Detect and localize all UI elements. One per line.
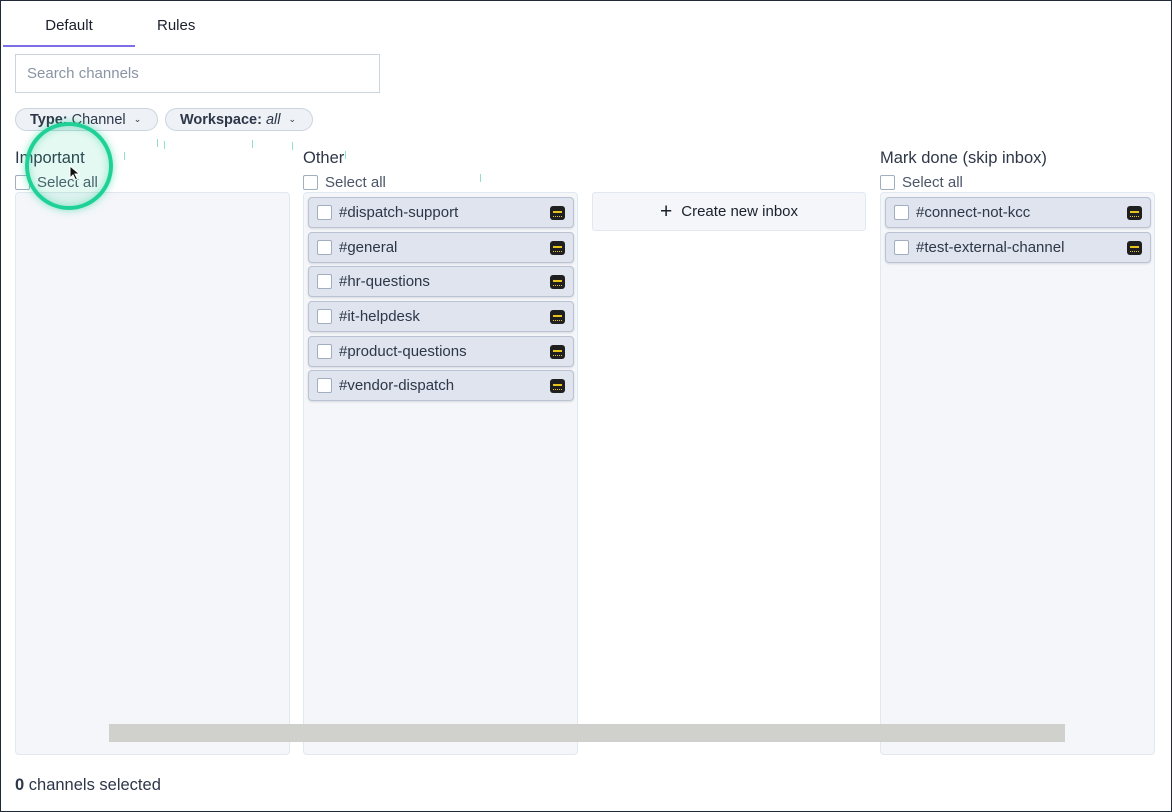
slack-workspace-icon xyxy=(550,205,565,220)
column-title-mark-done: Mark done (skip inbox) xyxy=(880,149,1047,167)
channel-item[interactable]: #test-external-channel xyxy=(885,232,1151,263)
channel-item[interactable]: #product-questions xyxy=(308,336,574,367)
channel-label: #hr-questions xyxy=(339,273,430,290)
channel-checkbox[interactable] xyxy=(894,240,909,255)
channel-checkbox[interactable] xyxy=(317,309,332,324)
horizontal-scrollbar[interactable] xyxy=(109,724,1065,742)
channel-label: #vendor-dispatch xyxy=(339,377,455,394)
select-all-label: Select all xyxy=(902,173,963,191)
drag-trail-mark xyxy=(345,151,346,159)
drag-trail-mark xyxy=(157,139,158,147)
inbox-column-mark-done[interactable]: #connect-not-kcc #test-external-channel xyxy=(880,192,1155,755)
slack-workspace-icon xyxy=(1127,205,1142,220)
slack-workspace-icon xyxy=(1127,240,1142,255)
channel-item[interactable]: #hr-questions xyxy=(308,266,574,297)
slack-workspace-icon xyxy=(550,378,565,393)
slack-workspace-icon xyxy=(550,344,565,359)
selected-count: 0 xyxy=(15,776,25,794)
channel-checkbox[interactable] xyxy=(317,378,332,393)
workspace-filter-value: all xyxy=(265,112,281,128)
tab-rules[interactable]: Rules xyxy=(141,1,211,47)
drag-trail-mark xyxy=(292,142,293,150)
workspace-filter-key: Workspace: xyxy=(180,112,262,128)
channel-label: #dispatch-support xyxy=(339,204,459,221)
tab-default-inboxes[interactable]: Default Inboxes xyxy=(3,1,135,84)
inbox-column-important[interactable] xyxy=(15,192,290,755)
drag-trail-mark xyxy=(252,140,253,148)
selected-count-label: channels selected xyxy=(28,776,161,794)
channel-item[interactable]: #general xyxy=(308,232,574,263)
search-input[interactable] xyxy=(15,54,380,93)
slack-workspace-icon xyxy=(550,274,565,289)
inbox-column-other[interactable]: #dispatch-support #general #hr-questions… xyxy=(303,192,578,755)
drag-trail-mark xyxy=(124,152,125,160)
channel-checkbox[interactable] xyxy=(317,240,332,255)
channel-checkbox[interactable] xyxy=(894,205,909,220)
channel-item[interactable]: #connect-not-kcc xyxy=(885,197,1151,228)
slack-workspace-icon xyxy=(550,309,565,324)
create-new-inbox-label: Create new inbox xyxy=(681,203,798,220)
column-title-other: Other xyxy=(303,149,345,167)
mouse-pointer-icon xyxy=(69,165,81,181)
tab-bar: Default Inboxes Rules xyxy=(3,1,211,84)
chevron-down-icon: ⌄ xyxy=(288,114,297,124)
workspace-filter-pill[interactable]: Workspace: all ⌄ xyxy=(165,108,313,131)
channel-label: #connect-not-kcc xyxy=(916,204,1031,221)
channel-checkbox[interactable] xyxy=(317,205,332,220)
select-all-checkbox[interactable] xyxy=(303,174,318,190)
select-all-label: Select all xyxy=(325,173,386,191)
channel-label: #test-external-channel xyxy=(916,239,1065,256)
slack-workspace-icon xyxy=(550,240,565,255)
channel-checkbox[interactable] xyxy=(317,274,332,289)
channel-label: #product-questions xyxy=(339,343,467,360)
drag-trail-mark xyxy=(164,141,165,149)
drag-trail-mark xyxy=(480,174,481,182)
channel-item[interactable]: #it-helpdesk xyxy=(308,301,574,332)
channel-item[interactable]: #vendor-dispatch xyxy=(308,370,574,401)
plus-icon: + xyxy=(660,200,673,223)
select-all-other[interactable]: Select all xyxy=(303,173,386,191)
select-all-checkbox[interactable] xyxy=(880,174,895,190)
selection-status: 0 channels selected xyxy=(15,776,161,795)
select-all-mark-done[interactable]: Select all xyxy=(880,173,963,191)
chevron-down-icon: ⌄ xyxy=(133,114,142,124)
create-new-inbox-button[interactable]: + Create new inbox xyxy=(592,192,866,231)
channel-checkbox[interactable] xyxy=(317,344,332,359)
channel-label: #general xyxy=(339,239,398,256)
channel-label: #it-helpdesk xyxy=(339,308,420,325)
channel-item[interactable]: #dispatch-support xyxy=(308,197,574,228)
